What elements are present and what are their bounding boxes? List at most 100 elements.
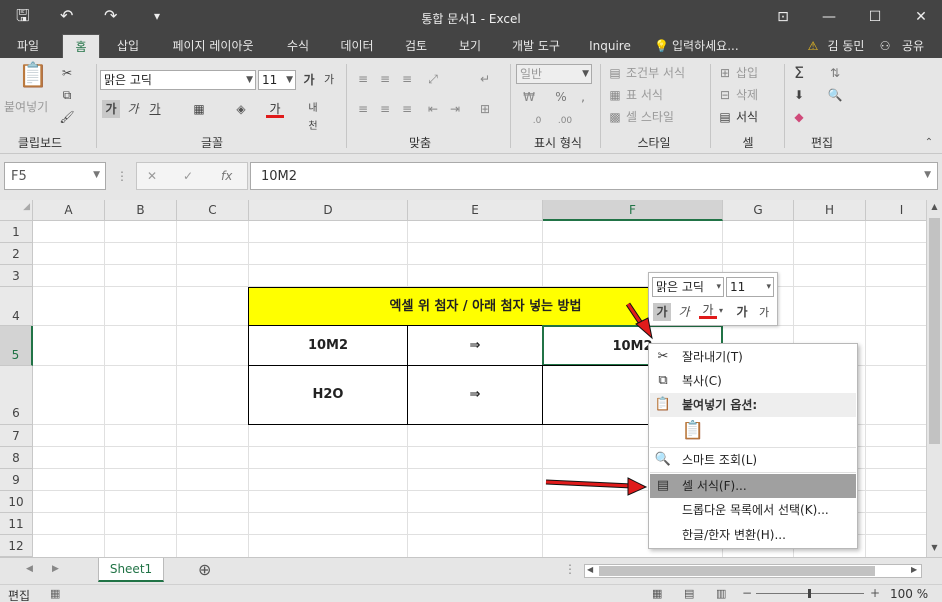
column-header[interactable]: I	[866, 200, 926, 221]
mini-size-combo[interactable]: 11 ▾	[726, 277, 774, 297]
tab-insert[interactable]: 삽입	[108, 34, 148, 58]
mini-font-combo[interactable]: 맑은 고딕 ▾	[652, 277, 724, 297]
menu-item-cut[interactable]: ✂ 잘라내기(T)	[650, 345, 856, 369]
row-header[interactable]: 3	[0, 265, 33, 287]
name-box[interactable]: F5 ▼	[4, 162, 106, 190]
cell-styles-button[interactable]: 셀 스타일	[626, 108, 674, 126]
decrease-font-icon[interactable]: 가	[320, 71, 338, 89]
maximize-button[interactable]: ☐	[860, 6, 890, 28]
row-header[interactable]: 7	[0, 425, 33, 447]
zoom-out-icon[interactable]: −	[742, 586, 752, 600]
comma-button[interactable]: ,	[574, 88, 592, 106]
prev-sheet-icon[interactable]: ◀	[26, 564, 33, 574]
align-bottom-icon[interactable]: ≡	[398, 70, 416, 88]
cell-e5[interactable]: ⇒	[407, 325, 543, 366]
row-header[interactable]: 10	[0, 491, 33, 513]
row-header[interactable]: 1	[0, 221, 33, 243]
tab-data[interactable]: 데이터	[334, 34, 380, 58]
align-right-icon[interactable]: ≡	[398, 100, 416, 118]
cut-icon[interactable]: ✂	[58, 64, 76, 82]
column-header[interactable]: B	[105, 200, 177, 221]
scroll-right-icon[interactable]: ▶	[911, 565, 917, 574]
column-header[interactable]: A	[33, 200, 105, 221]
fill-icon[interactable]: ⬇	[790, 86, 808, 104]
normal-view-icon[interactable]: ▦	[652, 587, 662, 600]
tab-inquire[interactable]: Inquire	[584, 34, 636, 58]
tab-formulas[interactable]: 수식	[280, 34, 316, 58]
fill-color-icon[interactable]: ◈	[232, 100, 250, 118]
tab-review[interactable]: 검토	[396, 34, 436, 58]
merge-center-icon[interactable]: ⊞	[476, 100, 494, 118]
menu-item-hangul-hanja[interactable]: 한글/한자 변환(H)...	[650, 523, 856, 547]
phonetic-icon[interactable]: 내천	[304, 100, 322, 132]
decrease-decimal-icon[interactable]: .00	[556, 112, 574, 130]
cell-d5[interactable]: 10M2	[248, 325, 408, 366]
insert-function-icon[interactable]: fx	[221, 167, 232, 185]
font-name-combo[interactable]: 맑은 고딕 ▼	[100, 70, 256, 90]
horizontal-scrollbar[interactable]: ◀ ▶	[584, 564, 922, 578]
increase-font-icon[interactable]: 가	[300, 71, 318, 89]
format-painter-icon[interactable]: 🖌	[58, 108, 76, 126]
conditional-format-button[interactable]: 조건부 서식	[626, 64, 685, 82]
mini-italic-button[interactable]: 가	[675, 303, 693, 321]
ribbon-display-options-icon[interactable]: ⊡	[768, 6, 798, 28]
enter-icon[interactable]: ✓	[183, 167, 193, 185]
mini-shrink-font-button[interactable]: 가	[755, 304, 773, 322]
scroll-thumb[interactable]	[929, 218, 940, 444]
row-header[interactable]: 12	[0, 535, 33, 557]
zoom-slider-thumb[interactable]	[808, 589, 811, 598]
chevron-down-icon[interactable]: ▾	[719, 306, 723, 315]
mini-font-color-button[interactable]: 가	[699, 301, 717, 319]
align-top-icon[interactable]: ≡	[354, 70, 372, 88]
vertical-scrollbar[interactable]: ▲ ▼	[926, 200, 942, 557]
align-middle-icon[interactable]: ≡	[376, 70, 394, 88]
delete-cells-button[interactable]: 삭제	[736, 86, 758, 104]
decrease-indent-icon[interactable]: ⇤	[424, 100, 442, 118]
sort-filter-icon[interactable]: ⇅	[826, 64, 844, 82]
paste-icon[interactable]: 📋	[18, 63, 48, 96]
italic-button[interactable]: 가	[124, 100, 142, 118]
page-layout-view-icon[interactable]: ▤	[684, 587, 694, 600]
formula-input[interactable]: 10M2 ▼	[250, 162, 938, 190]
hscroll-thumb[interactable]	[599, 566, 875, 576]
underline-button[interactable]: 가	[146, 100, 164, 118]
paste-option-clipboard-icon[interactable]: 📋	[681, 420, 705, 444]
tab-file[interactable]: 파일	[4, 34, 52, 58]
align-center-icon[interactable]: ≡	[376, 100, 394, 118]
scroll-left-icon[interactable]: ◀	[587, 565, 593, 574]
page-break-view-icon[interactable]: ▥	[716, 587, 726, 600]
tell-me-input[interactable]: 입력하세요...	[672, 34, 752, 58]
tab-developer[interactable]: 개발 도구	[504, 34, 568, 58]
borders-icon[interactable]: ▦	[190, 100, 208, 118]
menu-item-smart-lookup[interactable]: 🔍 스마트 조회(L)	[650, 448, 856, 472]
wrap-text-icon[interactable]: ↵	[476, 70, 494, 88]
tab-split-icon[interactable]: ⋮	[564, 562, 576, 576]
column-header[interactable]: C	[177, 200, 249, 221]
zoom-in-icon[interactable]: +	[870, 586, 880, 600]
paste-button[interactable]: 붙여넣기	[4, 98, 48, 116]
column-header[interactable]: D	[249, 200, 408, 221]
format-table-button[interactable]: 표 서식	[626, 86, 663, 104]
scroll-down-icon[interactable]: ▼	[929, 543, 940, 555]
sheet-tab-sheet1[interactable]: Sheet1	[98, 558, 164, 582]
menu-item-format-cells[interactable]: ▤ 셀 서식(F)...	[650, 474, 856, 498]
share-button[interactable]: 공유	[896, 34, 930, 58]
row-header[interactable]: 2	[0, 243, 33, 265]
font-color-button[interactable]: 가	[266, 100, 284, 118]
number-format-combo[interactable]: 일반 ▼	[516, 64, 592, 84]
row-header-selected[interactable]: 5	[0, 326, 33, 366]
font-size-combo[interactable]: 11 ▼	[258, 70, 296, 90]
currency-icon[interactable]: ₩	[520, 88, 538, 106]
menu-item-pick-from-list[interactable]: 드롭다운 목록에서 선택(K)...	[650, 498, 856, 522]
cell-d6[interactable]: H2O	[248, 365, 408, 425]
row-header[interactable]: 11	[0, 513, 33, 535]
minimize-button[interactable]: —	[814, 6, 844, 28]
tab-home[interactable]: 홈	[62, 34, 100, 58]
row-header[interactable]: 6	[0, 366, 33, 425]
autosum-button[interactable]: Σ	[790, 64, 808, 82]
next-sheet-icon[interactable]: ▶	[52, 564, 59, 574]
column-header-selected[interactable]: F	[543, 200, 723, 221]
align-left-icon[interactable]: ≡	[354, 100, 372, 118]
cancel-icon[interactable]: ✕	[147, 167, 157, 185]
column-header[interactable]: G	[723, 200, 794, 221]
